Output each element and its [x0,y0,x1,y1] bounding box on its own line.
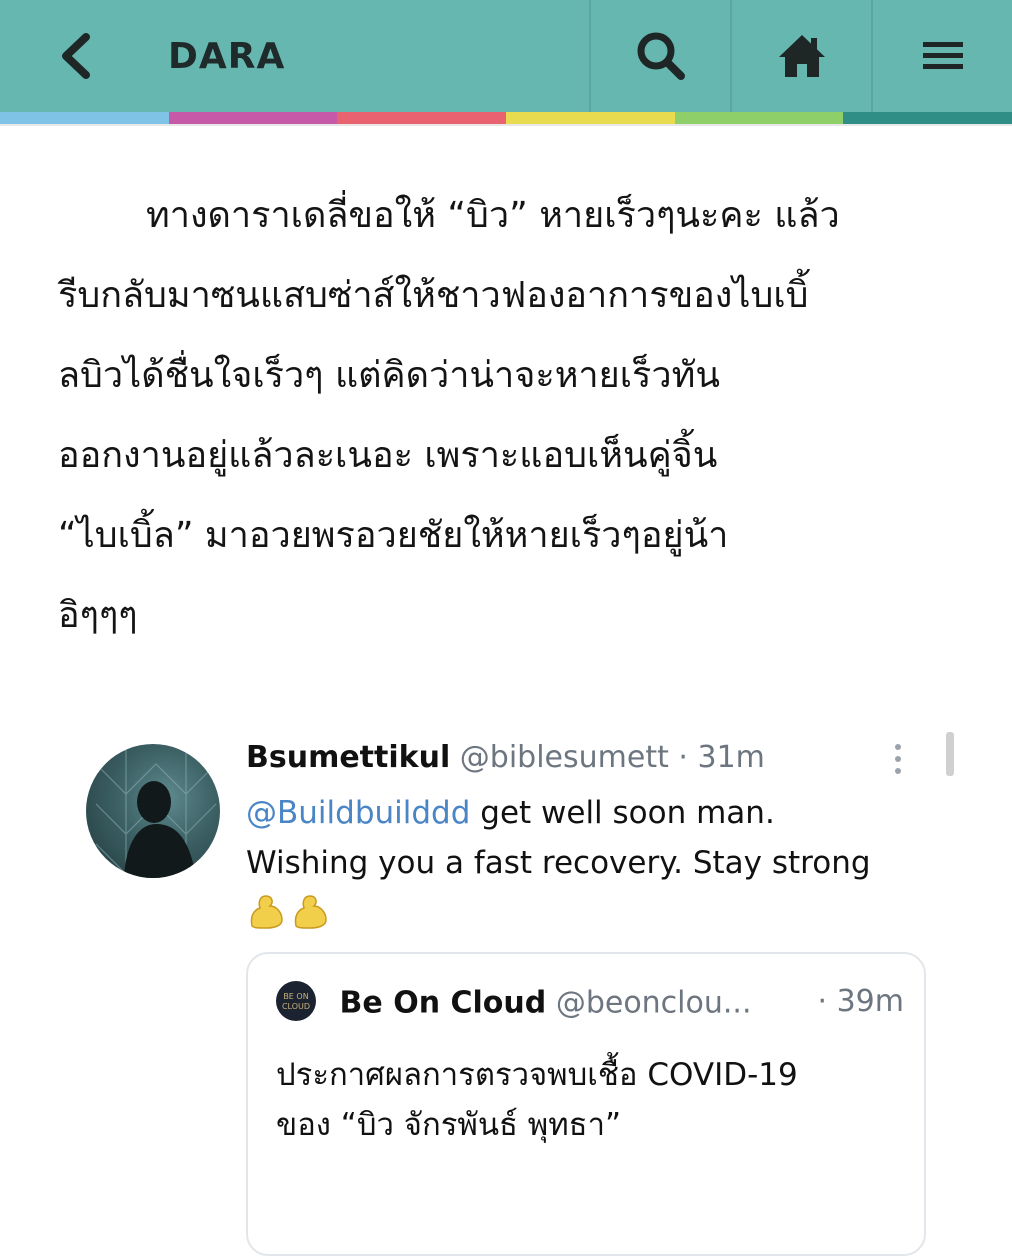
article-body: ทางดาราเดลี่ขอให้ “บิว” หายเร็วๆนะคะ แล้… [58,176,958,656]
back-button[interactable] [0,0,150,112]
tweet-author-handle[interactable]: @biblesumett [460,740,669,775]
home-button[interactable] [730,0,871,112]
tweet-text-segment: get well soon man. [470,795,775,831]
svg-text:CLOUD: CLOUD [282,1002,310,1011]
quoted-tweet-line: ประกาศผลการตรวจพบเชื้อ COVID-19 [276,1057,798,1093]
scrollbar-thumb[interactable] [946,732,954,776]
article-paragraph: ทางดาราเดลี่ขอให้ “บิว” หายเร็วๆนะคะ แล้… [58,176,958,656]
search-button[interactable] [589,0,730,112]
article-line: ลบิวได้ชื่นใจเร็วๆ แต่คิดว่าน่าจะหายเร็ว… [58,355,720,396]
flexed-biceps-icon [250,895,283,929]
avatar[interactable] [86,744,220,878]
avatar[interactable]: BE ON CLOUD [276,981,316,1021]
article-line: ทางดาราเดลี่ขอให้ “บิว” หายเร็วๆนะคะ แล้… [146,195,840,236]
article-line: อิๆๆๆ [58,595,138,636]
svg-text:BE ON: BE ON [283,992,308,1001]
quoted-tweet-header: BE ON CLOUD Be On Cloud @beonclou... [276,981,906,1028]
tweet-time: · 31m [678,740,765,775]
color-strip-segment [506,112,675,124]
quoted-tweet-line: ของ “บิว จักรพันธ์ พุทธา” [276,1107,622,1143]
quoted-tweet[interactable]: BE ON CLOUD Be On Cloud @beonclou... · 3… [246,952,926,1256]
quoted-tweet-text: ประกาศผลการตรวจพบเชื้อ COVID-19 ของ “บิว… [276,1050,906,1150]
tweet-line: @Buildbuilddd get well soon man. [246,788,936,838]
flexed-biceps-icon [294,895,327,929]
header-color-strip [0,112,1012,124]
color-strip-segment [674,112,844,124]
chevron-left-icon [62,33,90,79]
color-strip-segment [168,112,338,124]
quoted-author-handle[interactable]: @beonclou... [556,986,752,1021]
article-line: ออกงานอยู่แล้วละเนอะ เพราะแอบเห็นคู่จิ้น [58,435,718,476]
color-strip-segment [337,112,507,124]
avatar-photo [95,744,217,878]
site-logo[interactable]: DARA [168,0,589,112]
hamburger-menu-icon [922,42,963,69]
top-navigation-bar: DARA [0,0,1012,112]
tweet-header: Bsumettikul @biblesumett · 31m [246,740,946,784]
quoted-tweet-time: · 39m [817,984,904,1019]
tweet-emojis [246,892,330,932]
more-vertical-icon[interactable] [890,742,906,776]
home-icon [778,35,825,77]
article-line: “ไบเบิ้ล” มาอวยพรอวยชัยให้หายเร็วๆอยู่น้… [58,515,729,556]
article-line: รีบกลับมาซนแสบซ่าส์ให้ชาวฟองอาการของไบเบ… [58,275,809,316]
color-strip-segment [843,112,1012,124]
menu-button[interactable] [871,0,1012,112]
tweet-line: Wishing you a fast recovery. Stay strong [246,845,871,881]
tweet-mention-link[interactable]: @Buildbuilddd [246,795,470,831]
header-divider [0,124,1012,126]
quoted-author-name[interactable]: Be On Cloud [340,986,547,1021]
tweet-text: @Buildbuilddd get well soon man. Wishing… [246,788,936,888]
embedded-tweet: Bsumettikul @biblesumett · 31m @Buildbui… [86,732,956,1256]
color-strip-segment [0,112,169,124]
tweet-author-name[interactable]: Bsumettikul [246,740,450,775]
search-icon [637,32,685,80]
be-on-cloud-logo: BE ON CLOUD [282,992,310,1011]
